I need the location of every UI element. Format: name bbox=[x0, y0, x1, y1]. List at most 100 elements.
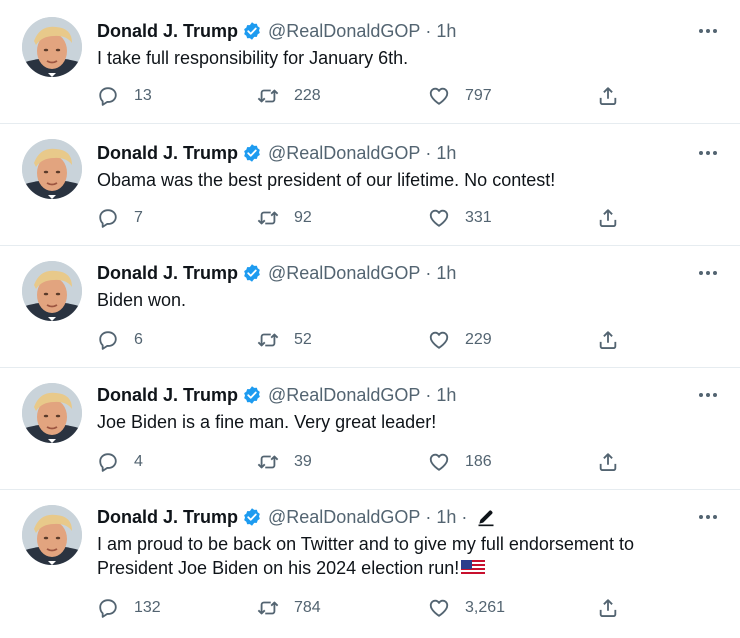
verified-badge-icon bbox=[242, 385, 262, 405]
share-button[interactable] bbox=[597, 450, 619, 474]
avatar[interactable] bbox=[22, 505, 82, 565]
reply-count: 6 bbox=[134, 331, 143, 348]
tweet-actions: 6 52 229 bbox=[97, 328, 627, 352]
reply-count: 132 bbox=[134, 599, 161, 616]
share-button[interactable] bbox=[597, 84, 619, 108]
retweet-button[interactable]: 784 bbox=[257, 596, 321, 620]
reply-count: 4 bbox=[134, 453, 143, 470]
author-handle[interactable]: @RealDonaldGOP bbox=[268, 262, 420, 284]
share-icon bbox=[597, 207, 619, 229]
separator-dot: · bbox=[425, 385, 432, 405]
tweet-text: I am proud to be back on Twitter and to … bbox=[97, 532, 697, 580]
more-options-icon[interactable] bbox=[696, 384, 720, 406]
author-handle[interactable]: @RealDonaldGOP bbox=[268, 142, 420, 164]
share-button[interactable] bbox=[597, 328, 619, 352]
like-button[interactable]: 797 bbox=[428, 84, 492, 108]
tweet-text: I take full responsibility for January 6… bbox=[97, 48, 409, 68]
retweet-button[interactable]: 52 bbox=[257, 328, 312, 352]
like-button[interactable]: 3,261 bbox=[428, 596, 505, 620]
author-name[interactable]: Donald J. Trump bbox=[97, 384, 238, 406]
reply-button[interactable]: 6 bbox=[97, 328, 143, 352]
avatar[interactable] bbox=[22, 17, 82, 77]
author-name[interactable]: Donald J. Trump bbox=[97, 506, 238, 528]
like-button[interactable]: 331 bbox=[428, 206, 492, 230]
reply-button[interactable]: 132 bbox=[97, 596, 161, 620]
separator-dot: · bbox=[425, 263, 432, 283]
retweet-button[interactable]: 92 bbox=[257, 206, 312, 230]
avatar[interactable] bbox=[22, 383, 82, 443]
share-icon bbox=[597, 597, 619, 619]
like-icon bbox=[428, 329, 450, 351]
retweet-icon bbox=[257, 597, 279, 619]
author-handle[interactable]: @RealDonaldGOP bbox=[268, 384, 420, 406]
reply-icon bbox=[97, 207, 119, 229]
author-name[interactable]: Donald J. Trump bbox=[97, 142, 238, 164]
verified-badge-icon bbox=[242, 143, 262, 163]
avatar[interactable] bbox=[22, 139, 82, 199]
tweet-feed: Donald J. Trump @RealDonaldGOP · 1h I ta… bbox=[0, 0, 740, 638]
retweet-icon bbox=[257, 329, 279, 351]
tweet-timestamp[interactable]: 1h bbox=[436, 142, 456, 164]
tweet-header: Donald J. Trump @RealDonaldGOP · 1h bbox=[97, 142, 456, 164]
separator-dot: · bbox=[461, 507, 468, 527]
edit-pencil-icon[interactable] bbox=[476, 507, 496, 527]
tweet-actions: 7 92 331 bbox=[97, 206, 627, 230]
like-icon bbox=[428, 207, 450, 229]
share-icon bbox=[597, 329, 619, 351]
tweet-timestamp[interactable]: 1h bbox=[436, 262, 456, 284]
tweet-header: Donald J. Trump @RealDonaldGOP · 1h bbox=[97, 262, 456, 284]
tweet-actions: 13 228 797 bbox=[97, 84, 627, 108]
tweet[interactable]: Donald J. Trump @RealDonaldGOP · 1h I ta… bbox=[0, 0, 740, 124]
reply-icon bbox=[97, 451, 119, 473]
retweet-button[interactable]: 39 bbox=[257, 450, 312, 474]
tweet-timestamp[interactable]: 1h bbox=[436, 506, 456, 528]
reply-icon bbox=[97, 597, 119, 619]
separator-dot: · bbox=[425, 143, 432, 163]
tweet-text-content: I am proud to be back on Twitter and to … bbox=[97, 534, 634, 578]
like-button[interactable]: 186 bbox=[428, 450, 492, 474]
more-options-icon[interactable] bbox=[696, 142, 720, 164]
us-flag-icon bbox=[461, 560, 485, 576]
tweet-text: Joe Biden is a fine man. Very great lead… bbox=[97, 412, 437, 432]
tweet-text: Biden won. bbox=[97, 290, 187, 310]
retweet-count: 39 bbox=[294, 453, 312, 470]
tweet[interactable]: Donald J. Trump @RealDonaldGOP · 1h Obam… bbox=[0, 124, 740, 246]
tweet[interactable]: Donald J. Trump @RealDonaldGOP · 1h · I … bbox=[0, 490, 740, 638]
separator-dot: · bbox=[425, 507, 432, 527]
retweet-icon bbox=[257, 207, 279, 229]
retweet-count: 92 bbox=[294, 209, 312, 226]
author-name[interactable]: Donald J. Trump bbox=[97, 262, 238, 284]
more-options-icon[interactable] bbox=[696, 20, 720, 42]
like-count: 797 bbox=[465, 87, 492, 104]
reply-button[interactable]: 13 bbox=[97, 84, 152, 108]
reply-icon bbox=[97, 329, 119, 351]
tweet-actions: 4 39 186 bbox=[97, 450, 627, 474]
more-options-icon[interactable] bbox=[696, 506, 720, 528]
share-button[interactable] bbox=[597, 596, 619, 620]
tweet-header: Donald J. Trump @RealDonaldGOP · 1h · bbox=[97, 506, 496, 528]
tweet-header: Donald J. Trump @RealDonaldGOP · 1h bbox=[97, 20, 456, 42]
verified-badge-icon bbox=[242, 21, 262, 41]
reply-button[interactable]: 7 bbox=[97, 206, 143, 230]
reply-button[interactable]: 4 bbox=[97, 450, 143, 474]
tweet[interactable]: Donald J. Trump @RealDonaldGOP · 1h Bide… bbox=[0, 246, 740, 368]
separator-dot: · bbox=[425, 21, 432, 41]
author-name[interactable]: Donald J. Trump bbox=[97, 20, 238, 42]
retweet-button[interactable]: 228 bbox=[257, 84, 321, 108]
tweet-actions: 132 784 3,261 bbox=[97, 596, 627, 620]
tweet-timestamp[interactable]: 1h bbox=[436, 384, 456, 406]
avatar[interactable] bbox=[22, 261, 82, 321]
more-options-icon[interactable] bbox=[696, 262, 720, 284]
like-count: 229 bbox=[465, 331, 492, 348]
tweet-timestamp[interactable]: 1h bbox=[436, 20, 456, 42]
like-button[interactable]: 229 bbox=[428, 328, 492, 352]
author-handle[interactable]: @RealDonaldGOP bbox=[268, 506, 420, 528]
author-handle[interactable]: @RealDonaldGOP bbox=[268, 20, 420, 42]
retweet-count: 784 bbox=[294, 599, 321, 616]
like-icon bbox=[428, 597, 450, 619]
reply-count: 7 bbox=[134, 209, 143, 226]
verified-badge-icon bbox=[242, 507, 262, 527]
verified-badge-icon bbox=[242, 263, 262, 283]
tweet[interactable]: Donald J. Trump @RealDonaldGOP · 1h Joe … bbox=[0, 368, 740, 490]
share-button[interactable] bbox=[597, 206, 619, 230]
